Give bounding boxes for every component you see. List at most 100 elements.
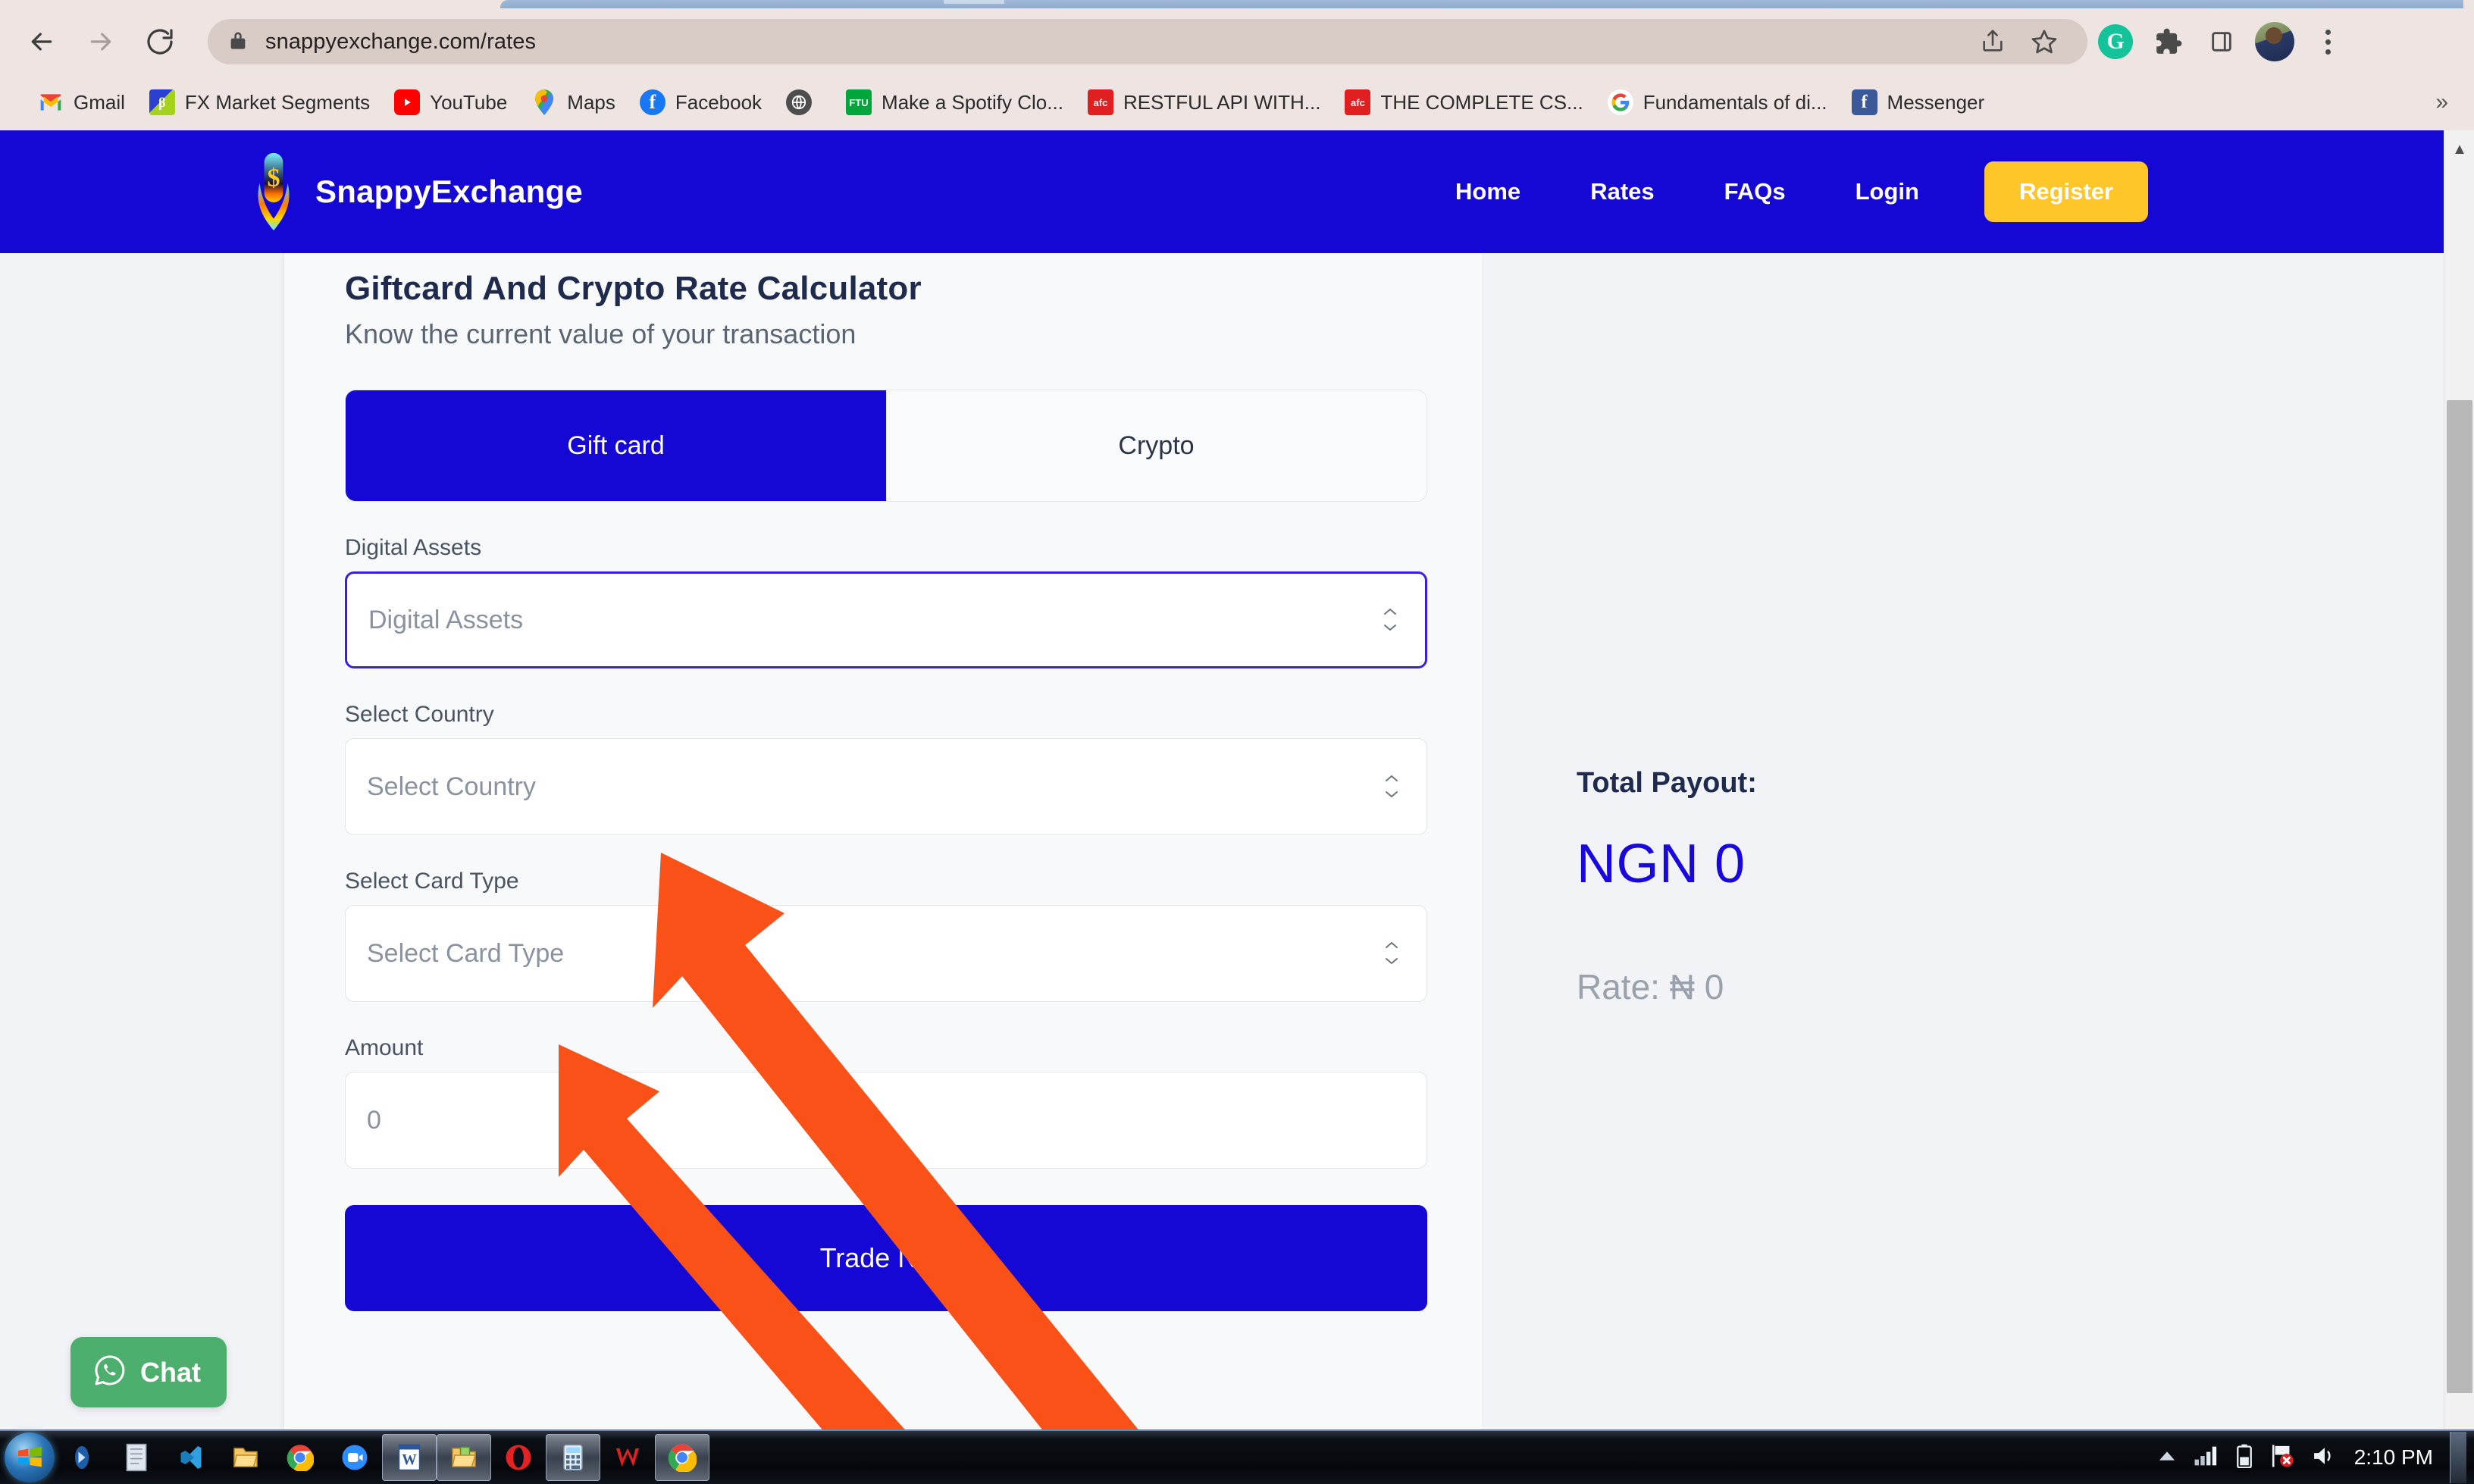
fx-market-icon: β — [149, 89, 175, 115]
tab-gift-card[interactable]: Gift card — [346, 390, 886, 501]
vscode-icon[interactable] — [164, 1434, 218, 1481]
chevron-updown-icon — [1383, 774, 1401, 800]
show-desktop-button[interactable] — [2450, 1432, 2466, 1483]
system-tray: 2:10 PM — [2157, 1432, 2474, 1483]
word-icon[interactable]: W — [382, 1434, 437, 1481]
bookmark-label: Maps — [567, 90, 615, 114]
reload-icon — [147, 29, 173, 55]
bookmark-label: THE COMPLETE CS... — [1380, 90, 1583, 114]
chrome-active-icon[interactable] — [655, 1434, 709, 1481]
bookmark-maps[interactable]: Maps — [519, 85, 628, 120]
bookmark-fx-market-segments[interactable]: β FX Market Segments — [137, 85, 382, 120]
tab-crypto[interactable]: Crypto — [886, 390, 1426, 501]
bookmark-youtube[interactable]: YouTube — [382, 85, 519, 120]
reload-button[interactable] — [132, 14, 188, 70]
google-maps-icon — [531, 89, 557, 115]
nav-link-rates[interactable]: Rates — [1555, 178, 1689, 205]
back-button[interactable] — [14, 14, 70, 70]
window-title-bar — [0, 0, 2474, 9]
windows-taskbar: W 2:10 PM — [0, 1429, 2474, 1484]
gmail-icon — [38, 89, 64, 115]
wondershare-icon[interactable] — [600, 1434, 655, 1481]
chrome-menu-icon[interactable] — [2301, 15, 2354, 68]
bookmark-fundamentals-of-digital[interactable]: Fundamentals of di... — [1596, 85, 1840, 120]
address-bar[interactable]: snappyexchange.com/rates — [208, 19, 2087, 64]
battery-icon[interactable] — [2236, 1444, 2253, 1472]
digital-assets-select[interactable]: Digital Assets — [345, 571, 1427, 668]
bookmark-globe[interactable] — [774, 85, 834, 120]
calculator-tab-switcher: Gift card Crypto — [345, 390, 1427, 502]
whatsapp-icon — [92, 1352, 128, 1392]
bookmark-label: Gmail — [74, 90, 125, 114]
bookmarks-bar: Gmail β FX Market Segments YouTube Maps … — [0, 74, 2474, 130]
star-bookmark-icon[interactable] — [2021, 18, 2068, 65]
register-button[interactable]: Register — [1984, 161, 2148, 222]
field-group-amount: Amount 0 — [345, 1035, 1427, 1169]
calculator-icon[interactable] — [546, 1434, 600, 1481]
bookmarks-overflow-button[interactable]: » — [2435, 89, 2448, 115]
volume-icon[interactable] — [2312, 1445, 2338, 1471]
total-payout-label: Total Payout: — [1577, 767, 1757, 799]
bookmark-messenger[interactable]: f Messenger — [1840, 85, 1997, 120]
bookmark-facebook[interactable]: f Facebook — [628, 85, 774, 120]
nav-link-home[interactable]: Home — [1420, 178, 1555, 205]
nav-link-login[interactable]: Login — [1821, 178, 1954, 205]
google-icon — [1607, 89, 1633, 115]
windows-start-orb[interactable] — [5, 1432, 55, 1482]
folder-icon[interactable] — [437, 1434, 491, 1481]
browser-toolbar: snappyexchange.com/rates G — [0, 9, 2474, 74]
grammarly-letter: G — [2098, 24, 2133, 59]
payout-panel: Total Payout: NGN 0 Rate: ₦ 0 — [1577, 767, 2137, 1007]
browser-active-tab[interactable] — [944, 0, 1004, 4]
bookmark-make-a-spotify-clone[interactable]: FTU Make a Spotify Clo... — [834, 85, 1076, 120]
media-player-icon[interactable] — [55, 1434, 109, 1481]
ftu-green-icon: FTU — [846, 89, 872, 115]
forward-button[interactable] — [73, 14, 129, 70]
whatsapp-chat-button[interactable]: Chat — [70, 1337, 227, 1407]
field-group-select-country: Select Country Select Country — [345, 702, 1427, 835]
file-explorer-icon[interactable] — [218, 1434, 273, 1481]
brand[interactable]: $ SnappyExchange — [250, 150, 583, 233]
grammarly-icon[interactable]: G — [2089, 15, 2142, 68]
toolbar-extensions: G — [2089, 15, 2354, 68]
browser-tab-strip[interactable] — [500, 0, 2463, 8]
field-group-digital-assets: Digital Assets Digital Assets — [345, 535, 1427, 668]
youtube-icon — [394, 89, 421, 115]
taskbar-clock[interactable]: 2:10 PM — [2354, 1445, 2433, 1470]
page-scrollbar[interactable]: ▲ — [2444, 130, 2474, 1429]
label-digital-assets: Digital Assets — [345, 535, 482, 560]
label-select-country: Select Country — [345, 702, 494, 727]
bookmark-gmail[interactable]: Gmail — [26, 85, 137, 120]
zoom-icon[interactable] — [327, 1434, 382, 1481]
page-title: Giftcard And Crypto Rate Calculator — [345, 270, 922, 307]
amount-input[interactable]: 0 — [345, 1072, 1427, 1169]
share-icon[interactable] — [1969, 18, 2016, 65]
profile-avatar[interactable] — [2248, 15, 2301, 68]
url-text: snappyexchange.com/rates — [265, 29, 537, 54]
select-country-select[interactable]: Select Country — [345, 738, 1427, 835]
side-panel-icon[interactable] — [2195, 15, 2248, 68]
scrollbar-thumb[interactable] — [2447, 400, 2472, 1393]
show-hidden-icons[interactable] — [2157, 1449, 2177, 1467]
select-card-type-select[interactable]: Select Card Type — [345, 905, 1427, 1002]
globe-dark-icon — [786, 89, 813, 115]
chevron-updown-icon — [1381, 607, 1399, 633]
facebook-icon: f — [639, 89, 665, 115]
chat-label: Chat — [140, 1356, 201, 1388]
bookmark-restful-api-with[interactable]: afc RESTFUL API WITH... — [1076, 85, 1333, 120]
select-card-type-value: Select Card Type — [367, 938, 565, 968]
bookmark-the-complete-cs[interactable]: afc THE COMPLETE CS... — [1333, 85, 1595, 120]
trade-now-button[interactable]: Trade Now — [345, 1205, 1427, 1311]
scroll-up-arrow-icon[interactable]: ▲ — [2444, 141, 2474, 158]
chrome-icon[interactable] — [273, 1434, 327, 1481]
extensions-puzzle-icon[interactable] — [2142, 15, 2195, 68]
rate-calculator-card: Giftcard And Crypto Rate Calculator Know… — [284, 253, 1482, 1429]
opera-icon[interactable] — [491, 1434, 546, 1481]
nav-link-faqs[interactable]: FAQs — [1690, 178, 1821, 205]
amount-value: 0 — [367, 1105, 381, 1135]
notepad-icon[interactable] — [109, 1434, 164, 1481]
page-subtitle: Know the current value of your transacti… — [345, 318, 857, 349]
signal-bars-icon[interactable] — [2194, 1445, 2219, 1471]
action-center-flag-icon[interactable] — [2269, 1444, 2295, 1472]
page-viewport: $ SnappyExchange Home Rates FAQs Login R… — [0, 130, 2474, 1429]
